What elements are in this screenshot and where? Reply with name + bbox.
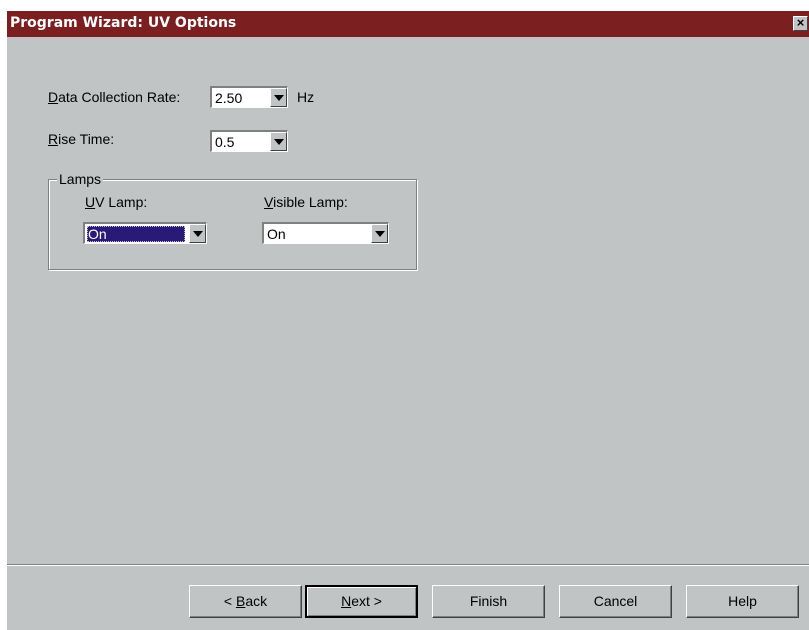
visible-lamp-value: On xyxy=(267,226,286,242)
data-collection-rate-value: 2.50 xyxy=(215,90,243,106)
label-text: isible Lamp: xyxy=(273,194,348,210)
label-text: V Lamp: xyxy=(95,194,148,210)
rise-time-label: Rise Time: xyxy=(48,131,114,147)
data-collection-rate-label: Data Collection Rate: xyxy=(48,89,180,105)
uv-lamp-label: UV Lamp: xyxy=(85,194,147,210)
rise-time-dropdown[interactable]: 0.5 xyxy=(210,130,288,152)
back-mnemonic: B xyxy=(235,593,246,609)
chevron-down-icon[interactable] xyxy=(371,224,388,243)
label-text: ata Collection Rate: xyxy=(58,89,181,105)
label-mnemonic: U xyxy=(85,194,96,210)
next-button[interactable]: Next > xyxy=(305,585,418,618)
rise-time-value: 0.5 xyxy=(215,134,235,150)
visible-lamp-label: Visible Lamp: xyxy=(264,194,348,210)
uv-lamp-value: On xyxy=(87,226,185,242)
finish-button[interactable]: Finish xyxy=(432,585,545,618)
title-bar[interactable]: Program Wizard: UV Options × xyxy=(7,11,809,37)
visible-lamp-dropdown[interactable]: On xyxy=(262,222,389,244)
label-mnemonic: R xyxy=(48,131,59,147)
window-title: Program Wizard: UV Options xyxy=(10,15,237,31)
uv-options-dialog: Program Wizard: UV Options × Data Collec… xyxy=(6,10,809,630)
cancel-button[interactable]: Cancel xyxy=(559,585,672,618)
footer-separator xyxy=(7,564,809,566)
next-mnemonic: N xyxy=(341,593,352,609)
next-rest: ext > xyxy=(351,593,382,609)
help-button[interactable]: Help xyxy=(686,585,799,618)
chevron-down-icon[interactable] xyxy=(270,132,287,151)
chevron-down-icon[interactable] xyxy=(189,224,206,243)
label-text: ise Time: xyxy=(58,131,115,147)
label-mnemonic: V xyxy=(264,194,274,210)
back-rest: ack xyxy=(245,593,268,609)
close-button[interactable]: × xyxy=(793,16,808,31)
back-button[interactable]: < Back xyxy=(189,585,302,618)
data-collection-rate-unit: Hz xyxy=(297,89,315,105)
lamps-group-title: Lamps xyxy=(57,171,104,187)
data-collection-rate-dropdown[interactable]: 2.50 xyxy=(210,86,288,108)
label-mnemonic: D xyxy=(48,89,59,105)
chevron-down-icon[interactable] xyxy=(270,88,287,107)
uv-lamp-dropdown[interactable]: On xyxy=(83,222,207,244)
back-prefix: < xyxy=(223,593,236,609)
